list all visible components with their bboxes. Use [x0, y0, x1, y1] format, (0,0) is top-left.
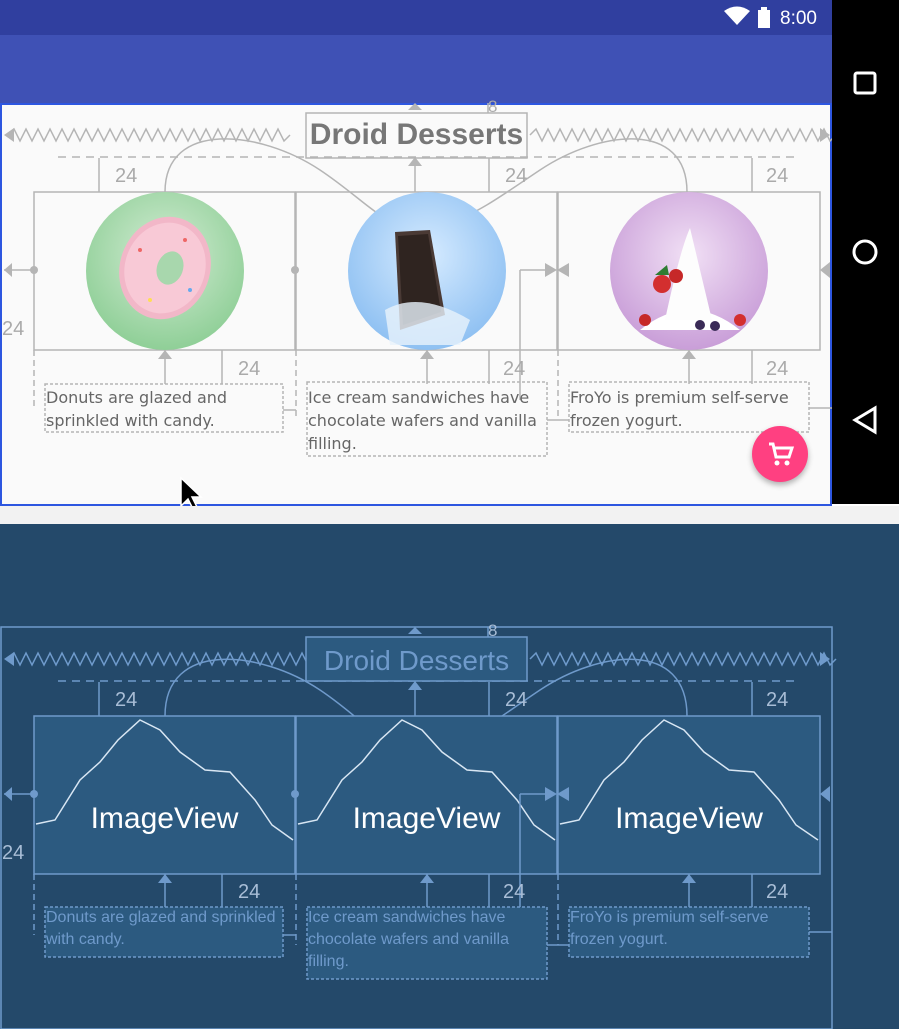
design-title: Droid Desserts [309, 118, 524, 151]
image-margin-2: 24 [505, 165, 528, 187]
nav-bar [832, 0, 899, 504]
status-time: 8:00 [780, 8, 817, 29]
battery-icon [758, 7, 770, 28]
home-circle-icon[interactable] [852, 239, 878, 265]
image-margin-3: 24 [766, 165, 789, 187]
bp-donut-description: Donuts are glazed and sprinkled with can… [46, 909, 276, 948]
bp-left-margin: 24 [2, 842, 25, 864]
bp-title-top-margin: 8 [488, 621, 498, 640]
bp-text-margin-1: 24 [238, 881, 261, 903]
back-triangle-icon[interactable] [852, 405, 877, 435]
bp-text-margin-3: 24 [766, 881, 789, 903]
bp-text-margin-2: 24 [503, 881, 526, 903]
wifi-icon [724, 6, 750, 25]
bp-image-margin-2: 24 [505, 689, 528, 711]
left-margin: 24 [2, 318, 25, 340]
status-bar: 8:00 [0, 0, 832, 35]
bp-title: Droid Desserts [323, 645, 510, 676]
image-margin-1: 24 [115, 165, 138, 187]
bp-imageview-label-3: ImageView [615, 802, 763, 835]
recents-square-icon[interactable] [853, 71, 877, 95]
bp-imageview-label-1: ImageView [90, 802, 239, 835]
title-top-margin: 8 [488, 97, 498, 116]
text-margin-1: 24 [238, 358, 261, 380]
donut-description: Donuts are glazed and sprinkled with can… [46, 388, 228, 430]
shopping-cart-icon [769, 442, 795, 466]
bp-froyo-description: FroYo is premium self-serve frozen yogur… [570, 909, 769, 948]
bp-image-margin-1: 24 [115, 689, 138, 711]
text-margin-3: 24 [766, 358, 789, 380]
divider-gap [0, 506, 899, 524]
bp-icecream-description: Ice cream sandwiches have chocolate wafe… [308, 909, 510, 970]
bp-image-margin-3: 24 [766, 689, 789, 711]
text-margin-2: 24 [503, 358, 526, 380]
app-bar [0, 35, 832, 103]
cart-fab[interactable] [752, 426, 808, 482]
icecream-description: Ice cream sandwiches have chocolate wafe… [308, 388, 537, 453]
bp-imageview-label-2: ImageView [352, 802, 501, 835]
